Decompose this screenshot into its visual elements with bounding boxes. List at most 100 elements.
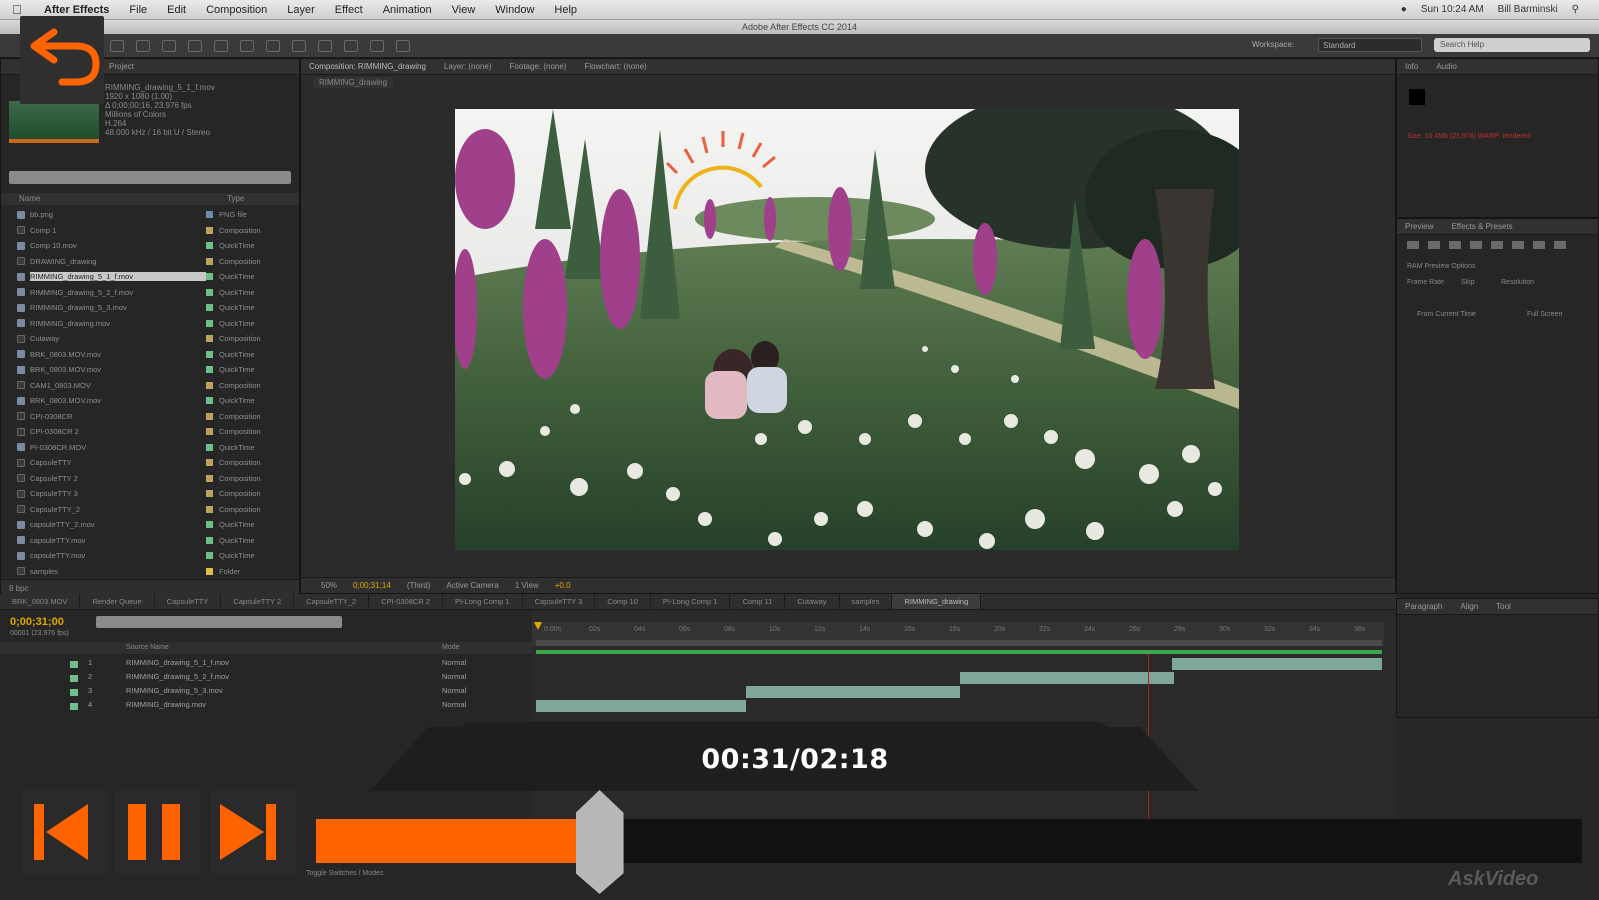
label-color[interactable] — [206, 397, 213, 405]
project-item[interactable]: capsuleTTY_2.mov QuickTime — [1, 517, 291, 533]
rotate-tool-icon[interactable] — [188, 39, 202, 52]
column-mode[interactable]: Mode — [442, 644, 460, 651]
full-screen-checkbox[interactable]: Full Screen — [1527, 311, 1562, 318]
layer-bar-1[interactable] — [1172, 658, 1382, 670]
layer-label-color[interactable] — [70, 675, 78, 682]
timeline-tab[interactable]: RIMMING_drawing — [892, 594, 982, 609]
tab-flowchart[interactable]: Flowchart: (none) — [584, 62, 646, 71]
audio-icon[interactable] — [1512, 241, 1524, 249]
project-item[interactable]: bb.png PNG file — [1, 207, 291, 223]
label-color[interactable] — [206, 490, 213, 498]
label-color[interactable] — [206, 536, 213, 544]
menu-animation[interactable]: Animation — [373, 4, 442, 16]
tab-preview[interactable]: Preview — [1405, 222, 1433, 231]
menu-file[interactable]: File — [119, 4, 157, 16]
label-color[interactable] — [206, 273, 213, 281]
project-item[interactable]: BRK_0803.MOV.mov QuickTime — [1, 362, 291, 378]
label-color[interactable] — [206, 381, 213, 389]
tab-project[interactable]: Project — [109, 62, 134, 71]
text-tool-icon[interactable] — [292, 39, 306, 52]
label-color[interactable] — [206, 521, 213, 529]
hand-tool-icon[interactable] — [136, 39, 150, 52]
project-item[interactable]: RIMMING_drawing_5_3.mov QuickTime — [1, 300, 291, 316]
layer-mode-select[interactable]: Normal — [442, 658, 466, 667]
work-area-bar[interactable] — [536, 640, 1382, 646]
label-color[interactable] — [206, 459, 213, 467]
next-frame-icon[interactable] — [1470, 241, 1482, 249]
project-item[interactable]: capsuleTTY.mov QuickTime — [1, 548, 291, 564]
project-item[interactable]: CAM1_0803.MOV Composition — [1, 378, 291, 394]
tab-tool[interactable]: Tool — [1496, 602, 1511, 611]
label-color[interactable] — [206, 350, 213, 358]
ram-preview-options[interactable]: RAM Preview Options — [1407, 263, 1475, 270]
project-item[interactable]: CapsuleTTY 2 Composition — [1, 471, 291, 487]
layer-mode-select[interactable]: Normal — [442, 700, 466, 709]
project-item[interactable]: CPI-0308CR Composition — [1, 409, 291, 425]
column-name[interactable]: Name — [19, 194, 40, 203]
timeline-tab[interactable]: PI-Long Comp 1 — [443, 594, 523, 609]
layer-mode-select[interactable]: Normal — [442, 686, 466, 695]
layer-label-color[interactable] — [70, 661, 78, 668]
label-color[interactable] — [206, 474, 213, 482]
label-color[interactable] — [206, 366, 213, 374]
exposure-value[interactable]: +0.0 — [555, 581, 571, 590]
project-search-input[interactable] — [9, 171, 291, 184]
ram-preview-icon[interactable] — [1554, 241, 1566, 249]
label-color[interactable] — [206, 242, 213, 250]
label-color[interactable] — [206, 335, 213, 343]
composition-timecode[interactable]: 0;00;31;14 — [353, 581, 391, 590]
project-item[interactable]: Comp 1 Composition — [1, 223, 291, 239]
column-type[interactable]: Type — [227, 194, 244, 203]
timeline-tab[interactable]: Comp 10 — [595, 594, 651, 609]
tab-paragraph[interactable]: Paragraph — [1405, 602, 1442, 611]
skip-forward-button[interactable] — [210, 790, 296, 874]
layer-bar-3[interactable] — [746, 686, 960, 698]
column-source-name[interactable]: Source Name — [126, 644, 169, 651]
puppet-tool-icon[interactable] — [396, 39, 410, 52]
label-color[interactable] — [206, 257, 213, 265]
tab-composition[interactable]: Composition: RIMMING_drawing — [309, 62, 426, 71]
timeline-tab[interactable]: CapsuleTTY 3 — [523, 594, 596, 609]
tab-info[interactable]: Info — [1405, 62, 1418, 71]
timeline-search-input[interactable] — [96, 616, 342, 628]
first-frame-icon[interactable] — [1407, 241, 1419, 249]
project-item[interactable]: Cutaway Composition — [1, 331, 291, 347]
search-help-input[interactable]: Search Help — [1434, 38, 1590, 52]
label-color[interactable] — [206, 288, 213, 296]
view-layout-select[interactable]: 1 View — [515, 581, 539, 590]
last-frame-icon[interactable] — [1491, 241, 1503, 249]
layer-row[interactable]: 3 RIMMING_drawing_5_3.mov Normal — [0, 686, 532, 699]
timeline-tab[interactable]: CapsuleTTY_2 — [294, 594, 370, 609]
timeline-tab[interactable]: CapsuleTTY — [155, 594, 222, 609]
layer-row[interactable]: 2 RIMMING_drawing_5_2_f.mov Normal — [0, 672, 532, 685]
brush-tool-icon[interactable] — [318, 39, 332, 52]
label-color[interactable] — [206, 226, 213, 234]
pan-behind-tool-icon[interactable] — [240, 39, 254, 52]
wifi-icon[interactable]: ● — [1401, 4, 1407, 15]
stamp-tool-icon[interactable] — [344, 39, 358, 52]
label-color[interactable] — [206, 567, 213, 575]
project-item[interactable]: BRK_0803.MOV.mov QuickTime — [1, 347, 291, 363]
camera-select[interactable]: Active Camera — [446, 581, 498, 590]
layer-mode-select[interactable]: Normal — [442, 672, 466, 681]
project-item[interactable]: CPI-0308CR 2 Composition — [1, 424, 291, 440]
label-color[interactable] — [206, 211, 213, 219]
project-item[interactable]: Comp 10.mov QuickTime — [1, 238, 291, 254]
timeline-tab[interactable]: BRK_0803.MOV — [0, 594, 81, 609]
camera-tool-icon[interactable] — [214, 39, 228, 52]
selection-tool-icon[interactable] — [110, 39, 124, 52]
project-item[interactable]: RIMMING_drawing_5_2_f.mov QuickTime — [1, 285, 291, 301]
apple-icon[interactable]:  — [0, 2, 34, 17]
composition-subtab[interactable]: RIMMING_drawing — [313, 77, 394, 88]
tab-layer[interactable]: Layer: (none) — [444, 62, 492, 71]
timeline-tab[interactable]: CapsuleTTY 2 — [221, 594, 295, 609]
back-button[interactable] — [20, 16, 104, 104]
timeline-tab[interactable]: Cutaway — [785, 594, 840, 609]
skip-back-button[interactable] — [22, 790, 108, 874]
project-item[interactable]: RIMMING_drawing_5_1_f.mov QuickTime — [1, 269, 291, 285]
menu-edit[interactable]: Edit — [157, 4, 196, 16]
previous-frame-icon[interactable] — [1428, 241, 1440, 249]
project-item[interactable]: CapsuleTTY Composition — [1, 455, 291, 471]
pen-tool-icon[interactable] — [266, 39, 280, 52]
project-item[interactable]: CapsuleTTY 3 Composition — [1, 486, 291, 502]
